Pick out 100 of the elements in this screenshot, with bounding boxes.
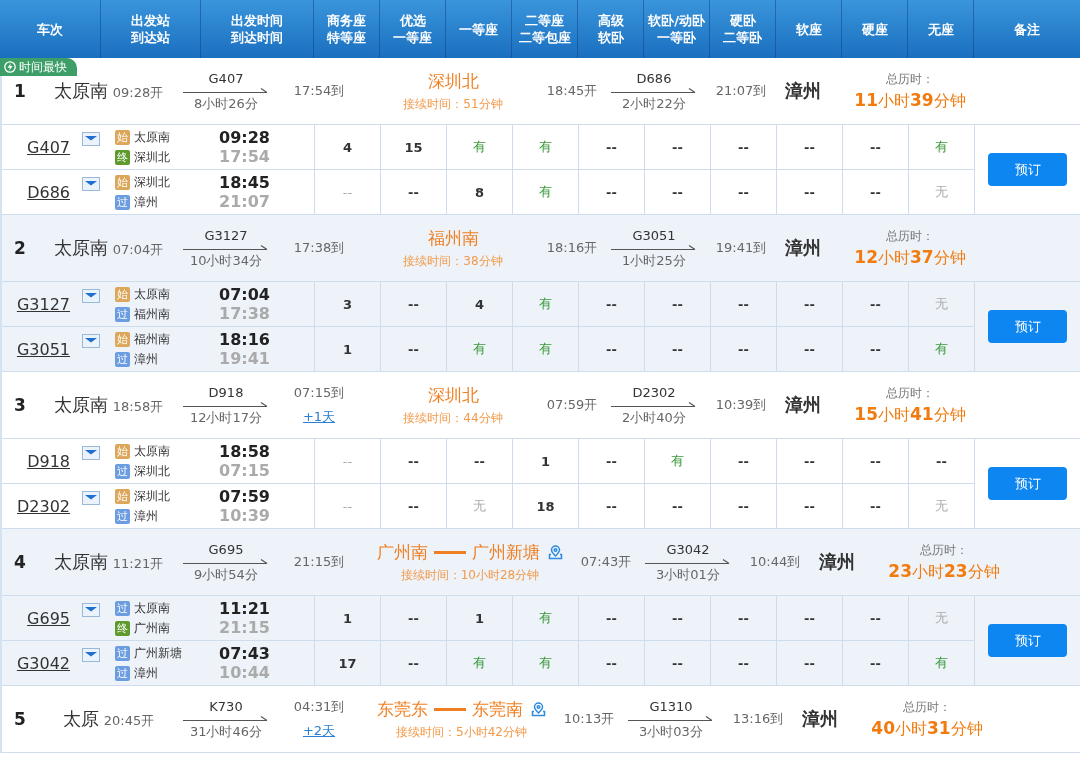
transfer-station: 广州新塘 bbox=[472, 540, 540, 564]
seat-cell: 有 bbox=[513, 125, 579, 169]
envelope-icon[interactable] bbox=[82, 491, 100, 505]
seat-cell: 有 bbox=[909, 641, 975, 685]
book-button[interactable]: 预订 bbox=[988, 624, 1067, 657]
train-number: G1310 bbox=[649, 698, 693, 715]
book-button[interactable]: 预订 bbox=[988, 310, 1067, 343]
station-name: 太原 bbox=[62, 707, 99, 731]
stop-badge: 始 bbox=[115, 488, 130, 504]
train-number: G407 bbox=[208, 70, 244, 87]
train-link[interactable]: D918 bbox=[2, 451, 70, 471]
stop-badge: 过 bbox=[115, 463, 130, 479]
stop-name: 深圳北 bbox=[134, 148, 170, 166]
map-pin-icon[interactable] bbox=[531, 701, 546, 717]
arrow-icon bbox=[645, 557, 731, 566]
train-number: G695 bbox=[208, 541, 244, 558]
route-number: 1 bbox=[13, 81, 27, 101]
travel-duration: 10小时34分 bbox=[189, 251, 263, 269]
transfer-wait: 接续时间：38分钟 bbox=[403, 252, 503, 270]
seat-cell: 1 bbox=[315, 596, 381, 640]
seat-cell: -- bbox=[777, 641, 843, 685]
stop-name: 广州南 bbox=[134, 619, 170, 637]
envelope-icon[interactable] bbox=[82, 289, 100, 303]
station-name: 漳州 bbox=[802, 707, 839, 731]
column-header: 车次 bbox=[36, 20, 64, 39]
seat-cell: 有 bbox=[513, 596, 579, 640]
arrival-time: 21:15 bbox=[219, 618, 270, 637]
stop-badge: 始 bbox=[115, 331, 130, 347]
transfer-station: 福州南 bbox=[427, 226, 479, 250]
train-number: G3127 bbox=[204, 227, 248, 244]
travel-duration: 3小时03分 bbox=[639, 722, 703, 740]
envelope-icon[interactable] bbox=[82, 603, 100, 617]
route-number: 2 bbox=[13, 238, 27, 258]
seat-cell: 有 bbox=[513, 327, 579, 371]
stop-name: 漳州 bbox=[134, 350, 158, 368]
envelope-icon[interactable] bbox=[82, 334, 100, 348]
seat-cell: 有 bbox=[447, 641, 513, 685]
seat-cell: 17 bbox=[315, 641, 381, 685]
stop-badge: 过 bbox=[115, 508, 130, 524]
seat-cell: -- bbox=[843, 327, 909, 371]
train-link[interactable]: D2302 bbox=[2, 496, 70, 516]
transfer-station: 东莞南 bbox=[472, 697, 523, 721]
train-link[interactable]: G695 bbox=[2, 608, 70, 628]
stop-badge: 始 bbox=[115, 129, 130, 145]
next-day-link[interactable]: +2天 bbox=[302, 722, 336, 740]
arrow-icon bbox=[611, 400, 697, 409]
stop-badge: 始 bbox=[115, 174, 130, 190]
seat-cell: -- bbox=[579, 439, 645, 483]
travel-duration: 31小时46分 bbox=[189, 722, 263, 740]
travel-duration: 2小时40分 bbox=[622, 408, 686, 426]
seat-cell: -- bbox=[711, 125, 777, 169]
envelope-icon[interactable] bbox=[82, 132, 100, 146]
arrival-time: 10:44 bbox=[219, 663, 270, 682]
departure-time: 07:04 bbox=[219, 285, 270, 304]
book-button[interactable]: 预订 bbox=[988, 153, 1067, 186]
station-name: 漳州 bbox=[785, 236, 822, 260]
transfer-wait: 接续时间：10小时28分钟 bbox=[400, 566, 540, 584]
departure-time: 07:59 bbox=[219, 487, 270, 506]
arrival-time: 19:41到 bbox=[715, 239, 767, 257]
stop-badge: 终 bbox=[115, 620, 130, 636]
train-number: D2302 bbox=[632, 384, 676, 401]
arrival-time: 19:41 bbox=[219, 349, 270, 368]
map-pin-icon[interactable] bbox=[548, 544, 563, 560]
stop-name: 福州南 bbox=[134, 330, 170, 348]
envelope-icon[interactable] bbox=[82, 648, 100, 662]
train-link[interactable]: G3051 bbox=[2, 339, 70, 359]
book-button[interactable]: 预订 bbox=[988, 467, 1067, 500]
departure-time: 18:45开 bbox=[545, 82, 599, 100]
arrival-time: 21:07 bbox=[219, 192, 270, 211]
seat-cell: -- bbox=[843, 282, 909, 326]
train-link[interactable]: G3127 bbox=[2, 294, 70, 314]
travel-duration: 2小时22分 bbox=[622, 94, 686, 112]
stop-badge: 始 bbox=[115, 286, 130, 302]
seat-cell: -- bbox=[645, 170, 711, 214]
seat-cell: -- bbox=[381, 484, 447, 528]
envelope-icon[interactable] bbox=[82, 446, 100, 460]
seat-cell: -- bbox=[645, 282, 711, 326]
total-duration: 12小时37分钟 bbox=[854, 246, 966, 269]
envelope-icon[interactable] bbox=[82, 177, 100, 191]
seat-cell: -- bbox=[381, 596, 447, 640]
train-link[interactable]: G3042 bbox=[2, 653, 70, 673]
departure-time: 07:59开 bbox=[545, 396, 599, 414]
stop-name: 深圳北 bbox=[134, 487, 170, 505]
departure-time: 18:58 bbox=[219, 442, 270, 461]
travel-duration: 1小时25分 bbox=[622, 251, 686, 269]
connector-line bbox=[434, 707, 466, 711]
arrival-time: 10:39到 bbox=[715, 396, 767, 414]
total-duration: 11小时39分钟 bbox=[854, 89, 966, 112]
travel-duration: 8小时26分 bbox=[194, 94, 258, 112]
total-duration-label: 总历时： bbox=[886, 227, 934, 245]
train-link[interactable]: G407 bbox=[2, 137, 70, 157]
seat-cell: 有 bbox=[513, 641, 579, 685]
train-link[interactable]: D686 bbox=[2, 182, 70, 202]
station-name: 太原南 bbox=[53, 79, 108, 103]
seat-cell: 有 bbox=[909, 125, 975, 169]
arrival-time: 10:39 bbox=[219, 506, 270, 525]
next-day-link[interactable]: +1天 bbox=[302, 408, 336, 426]
seat-cell: -- bbox=[447, 439, 513, 483]
travel-duration: 12小时17分 bbox=[189, 408, 263, 426]
station-name: 太原南 bbox=[53, 550, 108, 574]
